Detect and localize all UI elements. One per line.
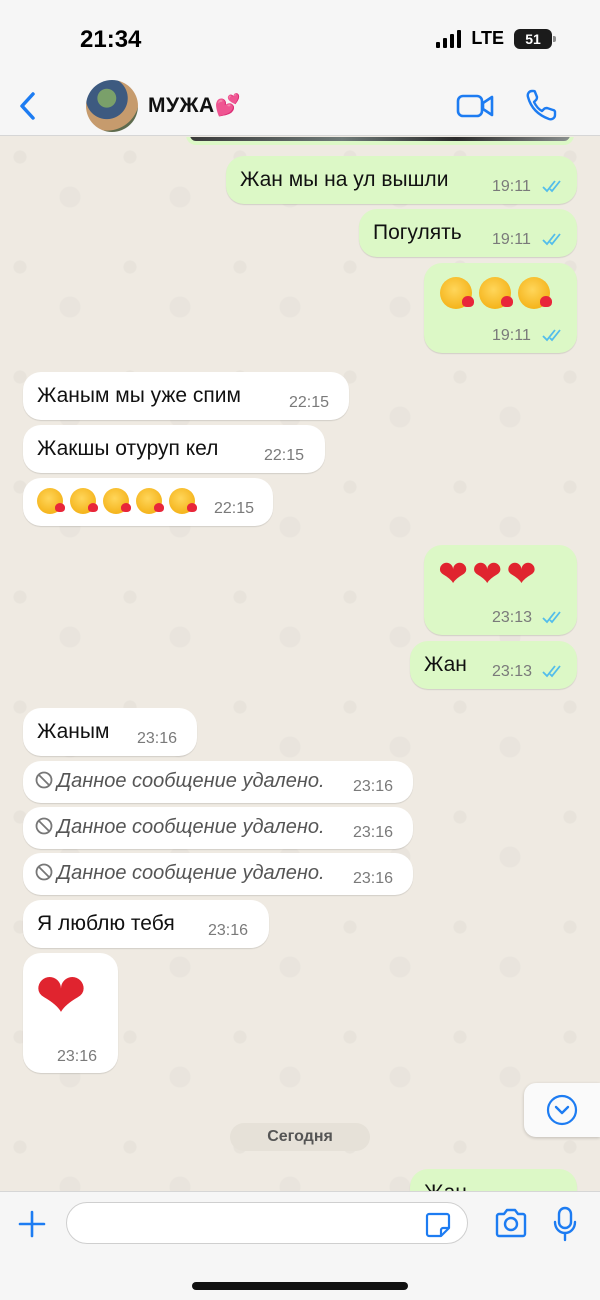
message-time: 19:11 bbox=[492, 231, 531, 248]
message-text: Данное сообщение удалено. bbox=[57, 770, 325, 792]
message-time: 23:16 bbox=[353, 870, 394, 887]
avatar[interactable] bbox=[86, 80, 138, 132]
message-incoming[interactable]: 22:15 bbox=[23, 478, 273, 526]
plus-icon[interactable] bbox=[16, 1208, 48, 1240]
read-ticks-icon bbox=[542, 329, 561, 342]
status-time: 21:34 bbox=[80, 26, 142, 53]
status-indicators: LTE 51 bbox=[436, 28, 556, 49]
message-time: 23:13 bbox=[492, 609, 533, 626]
network-label: LTE bbox=[471, 28, 504, 48]
message-text: Данное сообщение удалено. bbox=[57, 816, 325, 838]
message-text: Жаным bbox=[37, 720, 110, 743]
read-ticks-icon bbox=[542, 180, 561, 193]
status-bar: 21:34 LTE 51 bbox=[0, 0, 600, 78]
hearts-emoji: ❤❤❤ bbox=[438, 554, 541, 595]
message-time: 23:13 bbox=[492, 663, 533, 680]
contact-name[interactable]: МУЖА💕 bbox=[148, 94, 241, 118]
message-time: 23:16 bbox=[137, 730, 178, 747]
message-time: 22:15 bbox=[214, 500, 255, 517]
phone-call-icon[interactable] bbox=[525, 88, 557, 122]
deleted-icon bbox=[35, 771, 53, 789]
kissing-face-icon bbox=[37, 488, 65, 514]
video-call-icon[interactable] bbox=[456, 92, 494, 120]
message-input[interactable] bbox=[66, 1202, 468, 1244]
message-time: 22:15 bbox=[289, 394, 330, 411]
message-incoming[interactable]: Я люблю тебя 23:16 bbox=[23, 900, 269, 948]
camera-icon[interactable] bbox=[494, 1208, 528, 1238]
message-text: Жан bbox=[424, 653, 467, 676]
message-text: Жакшы отуруп кел bbox=[37, 437, 219, 460]
battery-icon: 51 bbox=[514, 28, 556, 49]
emoji-row bbox=[440, 277, 552, 309]
message-text: Я люблю тебя bbox=[37, 912, 175, 935]
scroll-to-bottom-button[interactable] bbox=[524, 1083, 600, 1137]
message-outgoing[interactable]: Жан 23:13 bbox=[410, 641, 577, 689]
message-deleted[interactable]: Данное сообщение удалено. 23:16 bbox=[23, 807, 413, 849]
message-text: Данное сообщение удалено. bbox=[57, 862, 325, 884]
kissing-face-icon bbox=[103, 488, 131, 514]
battery-level: 51 bbox=[525, 30, 541, 47]
message-incoming[interactable]: ❤ 23:16 bbox=[23, 953, 118, 1073]
kissing-face-icon bbox=[440, 277, 474, 309]
deleted-icon bbox=[35, 817, 53, 835]
deleted-icon bbox=[35, 863, 53, 881]
message-text: Жан bbox=[424, 1181, 467, 1191]
back-arrow-icon[interactable] bbox=[14, 88, 44, 124]
image-message-bottom[interactable] bbox=[186, 137, 574, 145]
chat-header: МУЖА💕 bbox=[0, 78, 600, 136]
read-ticks-icon bbox=[542, 665, 561, 678]
message-time: 22:15 bbox=[264, 447, 305, 464]
message-incoming[interactable]: Жакшы отуруп кел 22:15 bbox=[23, 425, 325, 473]
message-outgoing[interactable]: Погулять 19:11 bbox=[359, 209, 577, 257]
home-indicator bbox=[192, 1282, 408, 1290]
message-deleted[interactable]: Данное сообщение удалено. 23:16 bbox=[23, 853, 413, 895]
message-text: Жаным мы уже спим bbox=[37, 384, 241, 407]
message-time: 23:16 bbox=[353, 778, 394, 795]
emoji-row bbox=[37, 488, 197, 514]
message-time: 23:16 bbox=[208, 922, 249, 939]
chat-area[interactable]: Жан мы на ул вышли 19:11 Погулять 19:11 … bbox=[0, 137, 600, 1191]
sticker-icon[interactable] bbox=[424, 1211, 452, 1239]
kissing-face-icon bbox=[169, 488, 197, 514]
message-text: Погулять bbox=[373, 221, 462, 244]
message-time: 19:11 bbox=[492, 178, 531, 195]
message-outgoing[interactable]: ❤❤❤ 23:13 bbox=[424, 545, 577, 635]
heart-emoji: ❤ bbox=[35, 959, 87, 1032]
kissing-face-icon bbox=[70, 488, 98, 514]
composer-bar bbox=[0, 1191, 600, 1300]
signal-icon bbox=[436, 29, 462, 48]
message-time: 19:11 bbox=[492, 327, 531, 344]
read-ticks-icon bbox=[542, 233, 561, 246]
chevron-down-icon bbox=[546, 1094, 578, 1126]
date-divider: Сегодня bbox=[230, 1123, 370, 1151]
message-text: Жан мы на ул вышли bbox=[240, 168, 449, 191]
message-outgoing[interactable]: Жан мы на ул вышли 19:11 bbox=[226, 156, 577, 204]
kissing-face-icon bbox=[479, 277, 513, 309]
message-incoming[interactable]: Жаным 23:16 bbox=[23, 708, 197, 756]
kissing-face-icon bbox=[136, 488, 164, 514]
microphone-icon[interactable] bbox=[552, 1206, 578, 1242]
message-time: 23:16 bbox=[353, 824, 394, 841]
message-incoming[interactable]: Жаным мы уже спим 22:15 bbox=[23, 372, 349, 420]
read-ticks-icon bbox=[542, 611, 561, 624]
kissing-face-icon bbox=[518, 277, 552, 309]
message-time: 23:16 bbox=[57, 1048, 98, 1065]
message-outgoing[interactable]: 19:11 bbox=[424, 263, 577, 353]
message-outgoing[interactable]: Жан bbox=[410, 1169, 577, 1191]
message-deleted[interactable]: Данное сообщение удалено. 23:16 bbox=[23, 761, 413, 803]
